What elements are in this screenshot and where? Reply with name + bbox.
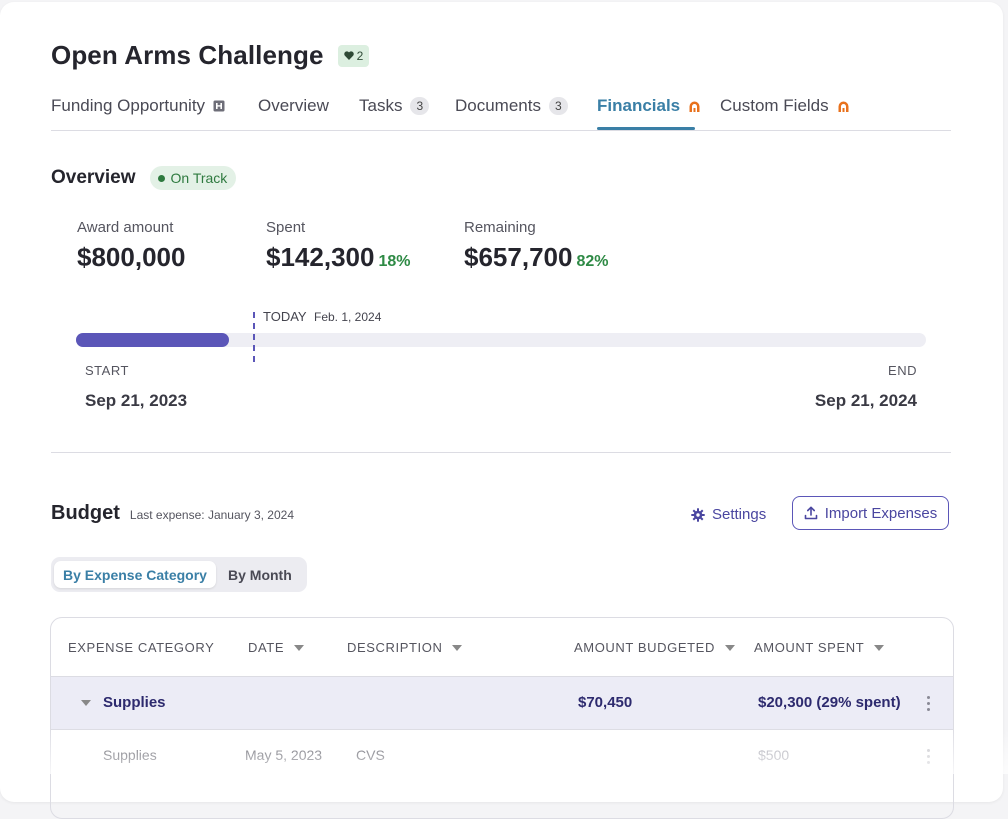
view-toggle: By Expense Category By Month: [51, 557, 307, 592]
favorites-count: 2: [356, 48, 364, 63]
more-options-icon[interactable]: [927, 749, 930, 767]
award-label: Award amount: [77, 219, 174, 236]
spent-value: $142,300: [266, 242, 375, 272]
start-date: Sep 21, 2023: [85, 391, 188, 410]
section-divider: [51, 452, 951, 453]
status-label: On Track: [170, 170, 228, 186]
today-date: Feb. 1, 2024: [313, 310, 382, 324]
column-header-date[interactable]: DATE: [248, 640, 305, 655]
collapse-caret-icon[interactable]: [81, 700, 91, 706]
import-label: Import Expenses: [824, 504, 938, 522]
settings-label: Settings: [712, 506, 767, 523]
upload-icon: [804, 506, 818, 520]
remaining-label: Remaining: [464, 219, 536, 236]
tasks-count-badge: 3: [410, 97, 430, 115]
today-marker-label: TODAY Feb. 1, 2024: [263, 309, 381, 324]
row-date: May 5, 2023: [245, 747, 323, 763]
last-expense-text: Last expense: January 3, 2024: [129, 508, 295, 522]
award-amount-stat: Award amount $800,000: [77, 219, 185, 273]
spent-value-row: $142,300 18%: [266, 242, 410, 273]
import-expenses-button[interactable]: Import Expenses: [792, 496, 949, 530]
timeline-track: [76, 333, 926, 347]
heart-icon: [343, 51, 354, 60]
timeline-progress-fill: [76, 333, 229, 347]
column-label: DATE: [248, 640, 285, 655]
integration-icon: [689, 101, 700, 112]
remaining-value: $657,700: [464, 242, 573, 272]
tab-label: Custom Fields: [720, 96, 829, 115]
more-options-icon[interactable]: [927, 696, 930, 714]
column-label: AMOUNT SPENT: [754, 640, 865, 655]
tab-label: Financials: [597, 96, 681, 115]
end-date: Sep 21, 2024: [814, 391, 917, 410]
column-label: DESCRIPTION: [347, 640, 443, 655]
tab-label: Funding Opportunity: [51, 96, 206, 115]
group-spent: $20,300 (29% spent): [758, 694, 901, 711]
sort-caret-icon: [452, 644, 463, 651]
tab-label: Documents: [455, 96, 541, 115]
page-title: Open Arms Challenge: [51, 40, 324, 70]
budget-title: Budget: [51, 502, 120, 524]
remaining-stat: Remaining $657,700 82%: [464, 219, 608, 273]
tab-tasks[interactable]: Tasks 3: [359, 96, 430, 116]
title-row: Open Arms Challenge 2: [51, 40, 370, 71]
row-category: Supplies: [103, 747, 157, 763]
row-spent: $500: [758, 747, 790, 763]
tab-label: Overview: [258, 96, 329, 115]
spent-percent: 18%: [378, 253, 411, 270]
gear-icon: [691, 507, 705, 522]
today-marker-line: [253, 312, 255, 362]
start-label: START: [85, 363, 129, 378]
column-header-amount-budgeted[interactable]: AMOUNT BUDGETED: [574, 640, 735, 655]
settings-button[interactable]: Settings: [691, 506, 766, 523]
sort-caret-icon: [294, 644, 305, 651]
favorites-badge[interactable]: 2: [337, 44, 370, 67]
sort-caret-icon: [724, 644, 735, 651]
sort-caret-icon: [874, 644, 885, 651]
by-month-toggle[interactable]: By Month: [219, 561, 301, 588]
tab-label: Tasks: [359, 96, 403, 115]
row-description: CVS: [356, 747, 385, 763]
status-badge: On Track: [149, 166, 237, 190]
tab-overview[interactable]: Overview: [258, 96, 329, 116]
by-expense-category-toggle[interactable]: By Expense Category: [54, 561, 216, 588]
tab-custom-fields[interactable]: Custom Fields: [720, 96, 850, 116]
remaining-percent: 82%: [576, 253, 609, 270]
tab-funding-opportunity[interactable]: Funding Opportunity: [51, 96, 225, 116]
column-header-expense-category[interactable]: EXPENSE CATEGORY: [68, 640, 214, 655]
tab-bar: Funding Opportunity Overview Tasks 3 Doc…: [51, 94, 951, 131]
tab-financials[interactable]: Financials: [597, 96, 701, 116]
spent-stat: Spent $142,300 18%: [266, 219, 410, 273]
active-tab-indicator: [597, 127, 695, 130]
table-row[interactable]: Supplies May 5, 2023 CVS $500: [51, 730, 953, 782]
column-label: AMOUNT BUDGETED: [574, 640, 715, 655]
budget-table: EXPENSE CATEGORY DATE DESCRIPTION AMOUNT…: [50, 617, 954, 819]
remaining-value-row: $657,700 82%: [464, 242, 608, 273]
tab-documents[interactable]: Documents 3: [455, 96, 568, 116]
column-header-amount-spent[interactable]: AMOUNT SPENT: [754, 640, 885, 655]
spent-label: Spent: [266, 219, 306, 236]
column-header-description[interactable]: DESCRIPTION: [347, 640, 463, 655]
status-dot-icon: [157, 174, 165, 182]
group-budgeted: $70,450: [578, 694, 633, 711]
document-icon: [213, 100, 225, 112]
today-label: TODAY: [263, 309, 307, 324]
group-name: Supplies: [103, 694, 166, 711]
award-value: $800,000: [77, 242, 186, 272]
overview-header: Overview On Track: [51, 166, 237, 190]
end-label: END: [888, 363, 917, 378]
column-label: EXPENSE CATEGORY: [68, 640, 215, 655]
table-group-row[interactable]: Supplies $70,450 $20,300 (29% spent): [51, 677, 953, 730]
budget-header: Budget Last expense: January 3, 2024: [51, 502, 294, 525]
integration-icon: [838, 101, 849, 112]
overview-title: Overview: [51, 167, 136, 188]
documents-count-badge: 3: [548, 97, 568, 115]
table-header: EXPENSE CATEGORY DATE DESCRIPTION AMOUNT…: [51, 618, 953, 677]
